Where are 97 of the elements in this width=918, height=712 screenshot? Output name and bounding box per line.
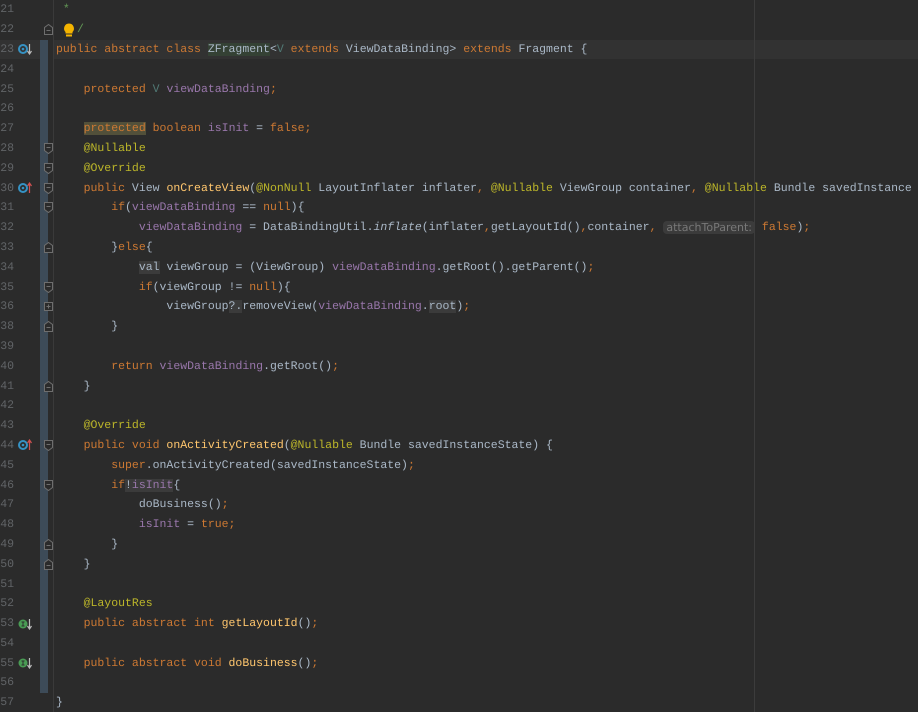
line-number: 35: [0, 280, 14, 294]
code-text: }: [56, 696, 63, 710]
highlighted-code: ?.: [228, 300, 242, 314]
line-number: 33: [0, 240, 14, 254]
highlighted-code: val: [138, 260, 160, 274]
code-text: {: [173, 478, 180, 492]
code-text: @Nullable: [82, 142, 146, 155]
line-number: 28: [0, 142, 14, 155]
parameter-hint: attachToParent:: [663, 221, 756, 234]
code-text: public abstract int getLayoutId();: [82, 617, 318, 630]
line-number: 32: [0, 221, 14, 234]
code-text: public abstract void doBusiness();: [82, 656, 318, 670]
code-text: public abstract class: [56, 42, 202, 56]
highlighted-code: ZFragment: [208, 42, 270, 56]
line-number: 31: [0, 201, 14, 214]
code-text: false);: [760, 221, 810, 234]
fold-icon[interactable]: [44, 24, 53, 36]
fold-icon[interactable]: [44, 242, 53, 253]
fold-icon[interactable]: [44, 380, 53, 392]
line-number: 50: [0, 558, 14, 571]
code-text: return viewDataBinding.getRoot();: [110, 360, 339, 373]
implemented-icon[interactable]: [18, 657, 32, 670]
line-number: 24: [0, 62, 14, 76]
line-number: 52: [0, 597, 14, 610]
line-number: 40: [0, 360, 14, 373]
code-text: }: [110, 320, 118, 334]
line-number: 44: [0, 438, 14, 452]
highlighted-code: !: [125, 478, 132, 492]
code-text: if(viewGroup != null){: [138, 280, 291, 294]
line-number: 22: [0, 23, 14, 36]
highlighted-code: protected: [84, 122, 146, 136]
expand-icon[interactable]: [44, 302, 53, 312]
code-text: protected V viewDataBinding;: [82, 82, 277, 96]
line-number: 55: [0, 656, 14, 670]
code-text: }: [82, 558, 91, 571]
code-text: <V extends ViewDataBinding> extends Fragment {: [270, 42, 588, 56]
code-text: @Override: [82, 162, 146, 175]
code-text: }: [110, 538, 118, 551]
line-number: 30: [0, 182, 14, 195]
code-text: isInit = true;: [138, 518, 236, 532]
code-text: if(viewDataBinding == null){: [110, 201, 304, 214]
fold-icon[interactable]: [44, 162, 53, 174]
line-number: 54: [0, 636, 14, 650]
line-number: 46: [0, 478, 14, 492]
code-text: public View onCreateView(@NonNull LayoutInflater inflater, @Nullable ViewGroup container, @Nullable Bundle savedInstance: [82, 182, 912, 195]
line-number: 41: [0, 380, 14, 393]
code-text: viewDataBinding = DataBindingUtil.inflate(inflater,getLayoutId(),container,: [138, 221, 658, 234]
code-text: @LayoutRes: [82, 597, 153, 610]
line-number: 39: [0, 340, 14, 353]
implemented-icon[interactable]: [18, 618, 32, 630]
line-number: 57: [0, 696, 14, 710]
code-text: viewGroup = (ViewGroup) viewDataBinding.getRoot().getParent();: [165, 260, 594, 274]
line-number: 21: [0, 3, 14, 16]
fold-icon[interactable]: [44, 480, 53, 491]
code-text: *: [62, 3, 70, 16]
overrides-icon[interactable]: [18, 182, 32, 194]
highlighted-code: isInit: [132, 478, 174, 492]
fold-icon[interactable]: [44, 321, 53, 332]
code-text: removeView(viewDataBinding.: [242, 300, 429, 314]
line-number: 53: [0, 617, 14, 630]
line-number: 45: [0, 458, 14, 472]
fold-icon[interactable]: [44, 142, 53, 154]
code-text: if: [110, 478, 126, 492]
line-number: 38: [0, 320, 14, 334]
fold-icon[interactable]: [44, 440, 53, 451]
line-number: 47: [0, 498, 14, 512]
line-number: 56: [0, 676, 14, 690]
fold-icon[interactable]: [44, 202, 53, 214]
line-number: 25: [0, 82, 14, 96]
line-number: 43: [0, 419, 14, 432]
line-number: 36: [0, 300, 14, 314]
line-number: 34: [0, 260, 14, 274]
code-text: /: [77, 23, 84, 36]
line-number: 27: [0, 122, 14, 136]
line-number: 42: [0, 399, 14, 412]
overrides-icon[interactable]: [18, 439, 32, 452]
lightbulb-icon[interactable]: [63, 22, 75, 37]
fold-icon[interactable]: [44, 182, 53, 194]
code-text: boolean isInit = false;: [152, 122, 312, 136]
code-text: @Override: [82, 419, 146, 432]
code-text: );: [456, 300, 470, 314]
line-number: 51: [0, 578, 14, 590]
code-text: super.onActivityCreated(savedInstanceState);: [110, 458, 415, 472]
code-text: viewGroup: [165, 300, 229, 314]
fold-icon[interactable]: [44, 558, 53, 570]
line-number: 26: [0, 102, 14, 116]
code-text: }else{: [110, 240, 153, 254]
code-text: doBusiness();: [138, 498, 229, 512]
fold-icon[interactable]: [44, 282, 53, 293]
line-number: 49: [0, 538, 14, 551]
code-text: }: [82, 380, 91, 393]
code-text: public void onActivityCreated(@Nullable Bundle savedInstanceState) {: [82, 438, 553, 452]
line-number: 29: [0, 162, 14, 175]
line-number: 48: [0, 518, 14, 532]
highlighted-code: root: [428, 300, 456, 314]
fold-icon[interactable]: [44, 538, 53, 550]
implemented-icon[interactable]: [18, 43, 32, 56]
